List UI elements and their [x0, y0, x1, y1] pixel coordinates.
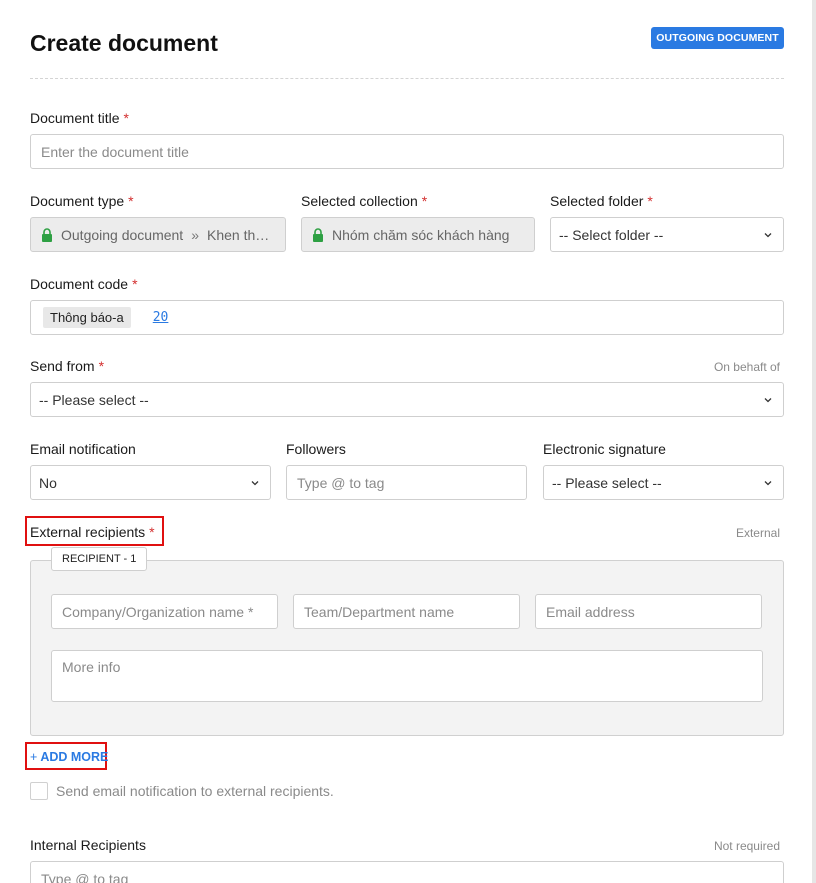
chevron-down-icon	[764, 232, 772, 237]
email-notification-value: No	[39, 474, 57, 491]
send-from-select[interactable]: -- Please select --	[30, 382, 784, 417]
chevron-down-icon	[764, 480, 772, 485]
document-title-placeholder: Enter the document title	[41, 143, 189, 160]
on-behalf-of-hint: On behaft of	[713, 360, 780, 374]
external-recipients-label: External recipients *	[30, 524, 155, 540]
selected-folder-value: -- Select folder --	[559, 226, 664, 243]
email-notification-label: Email notification	[30, 441, 136, 457]
required-marker: *	[421, 193, 428, 209]
email-address-input[interactable]: Email address	[535, 594, 762, 629]
selected-folder-label: Selected folder *	[550, 193, 653, 209]
selected-collection-label: Selected collection *	[301, 193, 427, 209]
document-type-field: Outgoing document » Khen thư...	[30, 217, 286, 252]
send-from-label: Send from *	[30, 358, 104, 374]
document-title-label-text: Document title	[30, 110, 120, 126]
recipient-card	[30, 560, 784, 736]
chevron-down-icon	[251, 480, 259, 485]
selected-collection-value: Nhóm chăm sóc khách hàng	[332, 226, 510, 243]
email-notification-select[interactable]: No	[30, 465, 271, 500]
not-required-hint: Not required	[713, 839, 780, 853]
document-type-part1: Outgoing document	[61, 226, 184, 243]
electronic-signature-value: -- Please select --	[552, 474, 662, 491]
breadcrumb-separator: »	[191, 226, 199, 243]
required-marker: *	[98, 358, 105, 374]
required-marker: *	[128, 193, 134, 209]
document-code-field[interactable]: Thông báo-a 20	[30, 300, 784, 335]
document-type-badge: OUTGOING DOCUMENT	[651, 27, 784, 49]
selected-collection-label-text: Selected collection	[301, 193, 418, 209]
electronic-signature-label: Electronic signature	[543, 441, 666, 457]
internal-recipients-placeholder: Type @ to tag	[41, 870, 129, 883]
add-more-button[interactable]: + ADD MORE	[30, 750, 108, 764]
required-marker: *	[149, 524, 155, 540]
document-code-label-text: Document code	[30, 276, 129, 292]
page-title: Create document	[30, 30, 218, 56]
send-from-value: -- Please select --	[39, 391, 149, 408]
document-title-label: Document title *	[30, 110, 129, 126]
document-code-number-link[interactable]: 20	[153, 310, 169, 325]
company-name-input[interactable]: Company/Organization name *	[51, 594, 278, 629]
document-title-input[interactable]: Enter the document title	[30, 134, 784, 169]
send-from-label-text: Send from	[30, 358, 95, 374]
create-document-form: Create document OUTGOING DOCUMENT Docume…	[0, 0, 812, 883]
notify-external-checkbox[interactable]	[30, 782, 48, 800]
selected-collection-field: Nhóm chăm sóc khách hàng	[301, 217, 535, 252]
document-type-value: Outgoing document » Khen thư...	[61, 227, 275, 243]
notify-external-label: Send email notification to external reci…	[56, 783, 334, 799]
lock-icon	[42, 227, 52, 242]
email-address-placeholder: Email address	[546, 603, 635, 620]
document-type-part2: Khen thư...	[207, 226, 275, 243]
recipient-number-tag: RECIPIENT - 1	[51, 547, 148, 571]
document-type-label-text: Document type	[30, 193, 125, 209]
document-code-label: Document code *	[30, 276, 138, 292]
external-hint: External	[735, 526, 780, 540]
header-divider	[30, 78, 784, 79]
electronic-signature-select[interactable]: -- Please select --	[543, 465, 784, 500]
followers-input[interactable]: Type @ to tag	[286, 465, 527, 500]
selected-folder-label-text: Selected folder	[550, 193, 644, 209]
required-marker: *	[132, 276, 138, 292]
plus-icon: +	[30, 750, 38, 764]
more-info-textarea[interactable]: More info	[51, 650, 763, 702]
team-department-placeholder: Team/Department name	[304, 603, 455, 620]
team-department-input[interactable]: Team/Department name	[293, 594, 520, 629]
lock-icon	[313, 227, 323, 242]
document-code-prefix-tag: Thông báo-a	[43, 307, 131, 328]
external-recipients-label-text: External recipients	[30, 524, 146, 540]
chevron-down-icon	[764, 397, 772, 402]
required-marker: *	[123, 110, 129, 126]
more-info-placeholder: More info	[62, 659, 121, 675]
scrollbar[interactable]	[812, 0, 816, 883]
followers-placeholder: Type @ to tag	[297, 474, 385, 491]
internal-recipients-input[interactable]: Type @ to tag	[30, 861, 784, 883]
document-type-label: Document type *	[30, 193, 134, 209]
add-more-label: ADD MORE	[40, 750, 109, 764]
followers-label: Followers	[286, 441, 346, 457]
company-name-placeholder: Company/Organization name *	[62, 603, 254, 620]
required-marker: *	[647, 193, 653, 209]
internal-recipients-label: Internal Recipients	[30, 837, 146, 853]
selected-folder-select[interactable]: -- Select folder --	[550, 217, 784, 252]
